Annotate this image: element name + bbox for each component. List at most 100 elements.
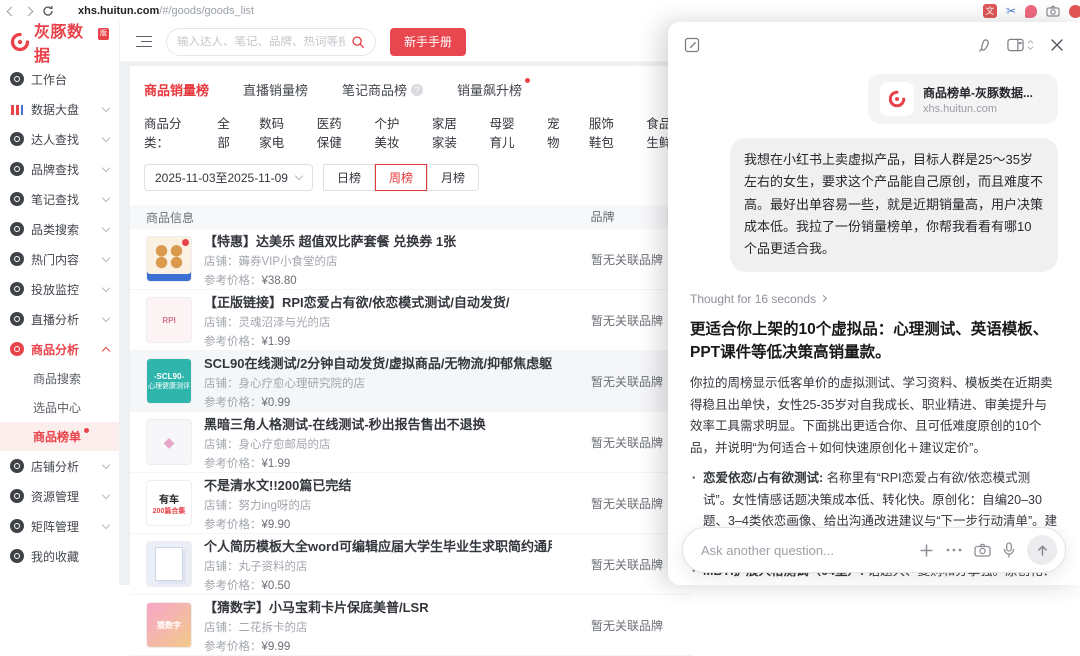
back-icon[interactable] — [7, 6, 17, 16]
chevron-icon — [102, 283, 110, 291]
sidebar-item[interactable]: 数据大盘 — [0, 94, 119, 124]
scissors-extension-icon[interactable]: ✂ — [1006, 4, 1016, 18]
sidebar-item[interactable]: 投放监控 — [0, 274, 119, 304]
sidebar-item-label: 商品榜单 — [33, 428, 81, 445]
handbook-button[interactable]: 新手手册 — [390, 28, 466, 56]
category-item[interactable]: 数码家电 — [259, 113, 291, 151]
sidebar-item[interactable]: 品牌查找 — [0, 154, 119, 184]
sidebar-item[interactable]: 直播分析 — [0, 304, 119, 334]
thought-toggle[interactable]: Thought for 16 seconds — [690, 292, 1058, 306]
sidebar-item[interactable]: 达人查找 — [0, 124, 119, 154]
more-options-icon[interactable] — [946, 548, 962, 552]
menu-item-icon — [10, 489, 24, 503]
camera-extension-icon[interactable] — [1046, 5, 1060, 17]
category-item[interactable]: 宠物 — [547, 113, 563, 151]
product-thumbnail: RPI — [146, 297, 192, 343]
new-badge-dot — [525, 78, 530, 83]
close-panel-icon[interactable] — [1050, 38, 1064, 52]
ranking-tab[interactable]: 销量飙升榜 ? — [457, 80, 522, 99]
period-tab[interactable]: 日榜 — [323, 164, 375, 191]
date-range-value: 2025-11-03至2025-11-09 — [155, 169, 288, 186]
ranking-tab[interactable]: 商品销量榜 ? — [144, 80, 209, 99]
send-button[interactable] — [1027, 535, 1057, 565]
product-row[interactable]: 有车 200篇合集 不是清水文!!200篇已完结 店铺：努力ing呀的店 参考价… — [130, 473, 692, 534]
question-input[interactable] — [701, 543, 907, 558]
new-chat-compose-icon[interactable] — [684, 37, 700, 53]
product-row[interactable]: 【特惠】达美乐 超值双比萨套餐 兑换券 1张 店铺：薅券VIP小食堂的店 参考价… — [130, 229, 692, 290]
sidebar-item[interactable]: 矩阵管理 — [0, 511, 119, 541]
product-row[interactable]: 个人简历模板大全word可编辑应届大学生毕业生求职简约通用高端 店铺：丸子资料的… — [130, 534, 692, 595]
period-tab[interactable]: 周榜 — [375, 164, 427, 191]
sidebar-item[interactable]: 店铺分析 — [0, 451, 119, 481]
ranking-card: 商品销量榜 ? 直播销量榜 ? 笔记商品榜 ? — [130, 66, 692, 645]
tab-label: 商品销量榜 — [144, 80, 209, 99]
address-bar[interactable]: xhs.huitun.com /#/goods/goods_list — [78, 5, 254, 17]
tab-label: 销量飙升榜 — [457, 80, 522, 99]
date-range-select[interactable]: 2025-11-03至2025-11-09 — [144, 164, 313, 191]
product-price: 参考价格：¥38.80 — [204, 272, 552, 288]
product-thumbnail: 有车 200篇合集 — [146, 480, 192, 526]
product-title: 【特惠】达美乐 超值双比萨套餐 兑换券 1张 — [204, 231, 552, 250]
sidebar-item[interactable]: 热门内容 — [0, 244, 119, 274]
ranking-tab[interactable]: 笔记商品榜 ? — [342, 80, 423, 99]
search-icon[interactable] — [351, 35, 365, 49]
thought-label: Thought for 16 seconds — [690, 292, 816, 306]
sidebar-item-label: 品牌查找 — [31, 161, 79, 178]
app-logo[interactable]: 灰豚数据 版 — [0, 22, 119, 62]
sidebar-item[interactable]: 笔记查找 — [0, 184, 119, 214]
product-row[interactable]: RPI 【正版链接】RPI恋爱占有欲/依恋模式测试/自动发货/ 店铺：灵魂沼泽与… — [130, 290, 692, 351]
chevron-icon — [102, 253, 110, 261]
new-badge-dot — [84, 428, 89, 433]
product-row[interactable]: 黑暗三角人格测试-在线测试-秒出报告售出不退换 店铺：身心疗愈邮局的店 参考价格… — [130, 412, 692, 473]
category-item[interactable]: 家居家装 — [432, 113, 464, 151]
product-price: 参考价格：¥1.99 — [204, 333, 552, 349]
ranking-tab[interactable]: 直播销量榜 ? — [243, 80, 308, 99]
column-product-info: 商品信息 — [130, 209, 538, 226]
reload-icon[interactable] — [42, 5, 54, 17]
url-domain: xhs.huitun.com — [78, 5, 159, 17]
category-label: 商品分类： — [144, 113, 191, 151]
menu-item-icon — [10, 252, 24, 266]
sidebar-item[interactable]: 选品中心 — [0, 393, 119, 422]
sidebar-item[interactable]: 商品分析 — [0, 334, 119, 364]
attach-plus-icon[interactable] — [919, 543, 934, 558]
pen-icon[interactable] — [976, 38, 991, 53]
product-thumbnail — [146, 236, 192, 282]
sidebar-item[interactable]: 商品搜索 — [0, 364, 119, 393]
sidebar-item-label: 投放监控 — [31, 281, 79, 298]
sidebar-item-label: 矩阵管理 — [31, 518, 79, 535]
category-item[interactable]: 全部 — [217, 113, 233, 151]
page-link-card[interactable]: 商品榜单-灰豚数据... xhs.huitun.com — [868, 74, 1058, 124]
forward-icon[interactable] — [24, 6, 34, 16]
collapse-sidebar-icon[interactable] — [136, 36, 152, 48]
edge-extension-icon[interactable] — [1069, 5, 1080, 18]
product-row[interactable]: 猜数字 【猜数字】小马宝莉卡片保底美普/LSR 店铺：二花拆卡的店 参考价格：¥… — [130, 595, 692, 656]
chevron-icon — [102, 193, 110, 201]
category-item[interactable]: 个护美妆 — [374, 113, 406, 151]
translate-extension-icon[interactable]: 文 — [983, 4, 997, 18]
category-item[interactable]: 医药保健 — [317, 113, 349, 151]
product-title: 【正版链接】RPI恋爱占有欲/依恋模式测试/自动发货/ — [204, 292, 552, 311]
sidebar-item[interactable]: 商品榜单 — [0, 422, 119, 451]
sidebar-item[interactable]: 我的收藏 — [0, 541, 119, 571]
category-item[interactable]: 服饰鞋包 — [589, 113, 621, 151]
filter-row: 2025-11-03至2025-11-09 日榜 周榜 — [144, 164, 678, 191]
search-input[interactable] — [177, 36, 345, 48]
period-tab[interactable]: 月榜 — [427, 164, 479, 191]
sidebar-item[interactable]: 工作台 — [0, 64, 119, 94]
category-item[interactable]: 母婴育儿 — [489, 113, 521, 151]
sidebar-layout-toggle-icon[interactable] — [1007, 38, 1034, 52]
sidebar-item[interactable]: 品类搜索 — [0, 214, 119, 244]
ai-sidebar-panel: 商品榜单-灰豚数据... xhs.huitun.com 我想在小红书上卖虚拟产品… — [668, 22, 1080, 585]
sidebar-item[interactable]: 资源管理 — [0, 481, 119, 511]
pin-extension-icon[interactable] — [1025, 5, 1037, 18]
chevron-icon — [102, 313, 110, 321]
product-shop: 店铺：二花拆卡的店 — [204, 619, 552, 635]
sidebar-item-label: 我的收藏 — [31, 548, 79, 565]
product-price: 参考价格：¥0.99 — [204, 394, 552, 410]
menu-item-icon — [10, 342, 24, 356]
product-title: SCL90在线测试/2分钟自动发货/虚拟商品/无物流/抑郁焦虑躯体化 — [204, 353, 552, 372]
mic-icon[interactable] — [1003, 542, 1015, 558]
product-row[interactable]: -SCL90- 心理健康测评 SCL90在线测试/2分钟自动发货/虚拟商品/无物… — [130, 351, 692, 412]
screenshot-camera-icon[interactable] — [974, 543, 991, 557]
